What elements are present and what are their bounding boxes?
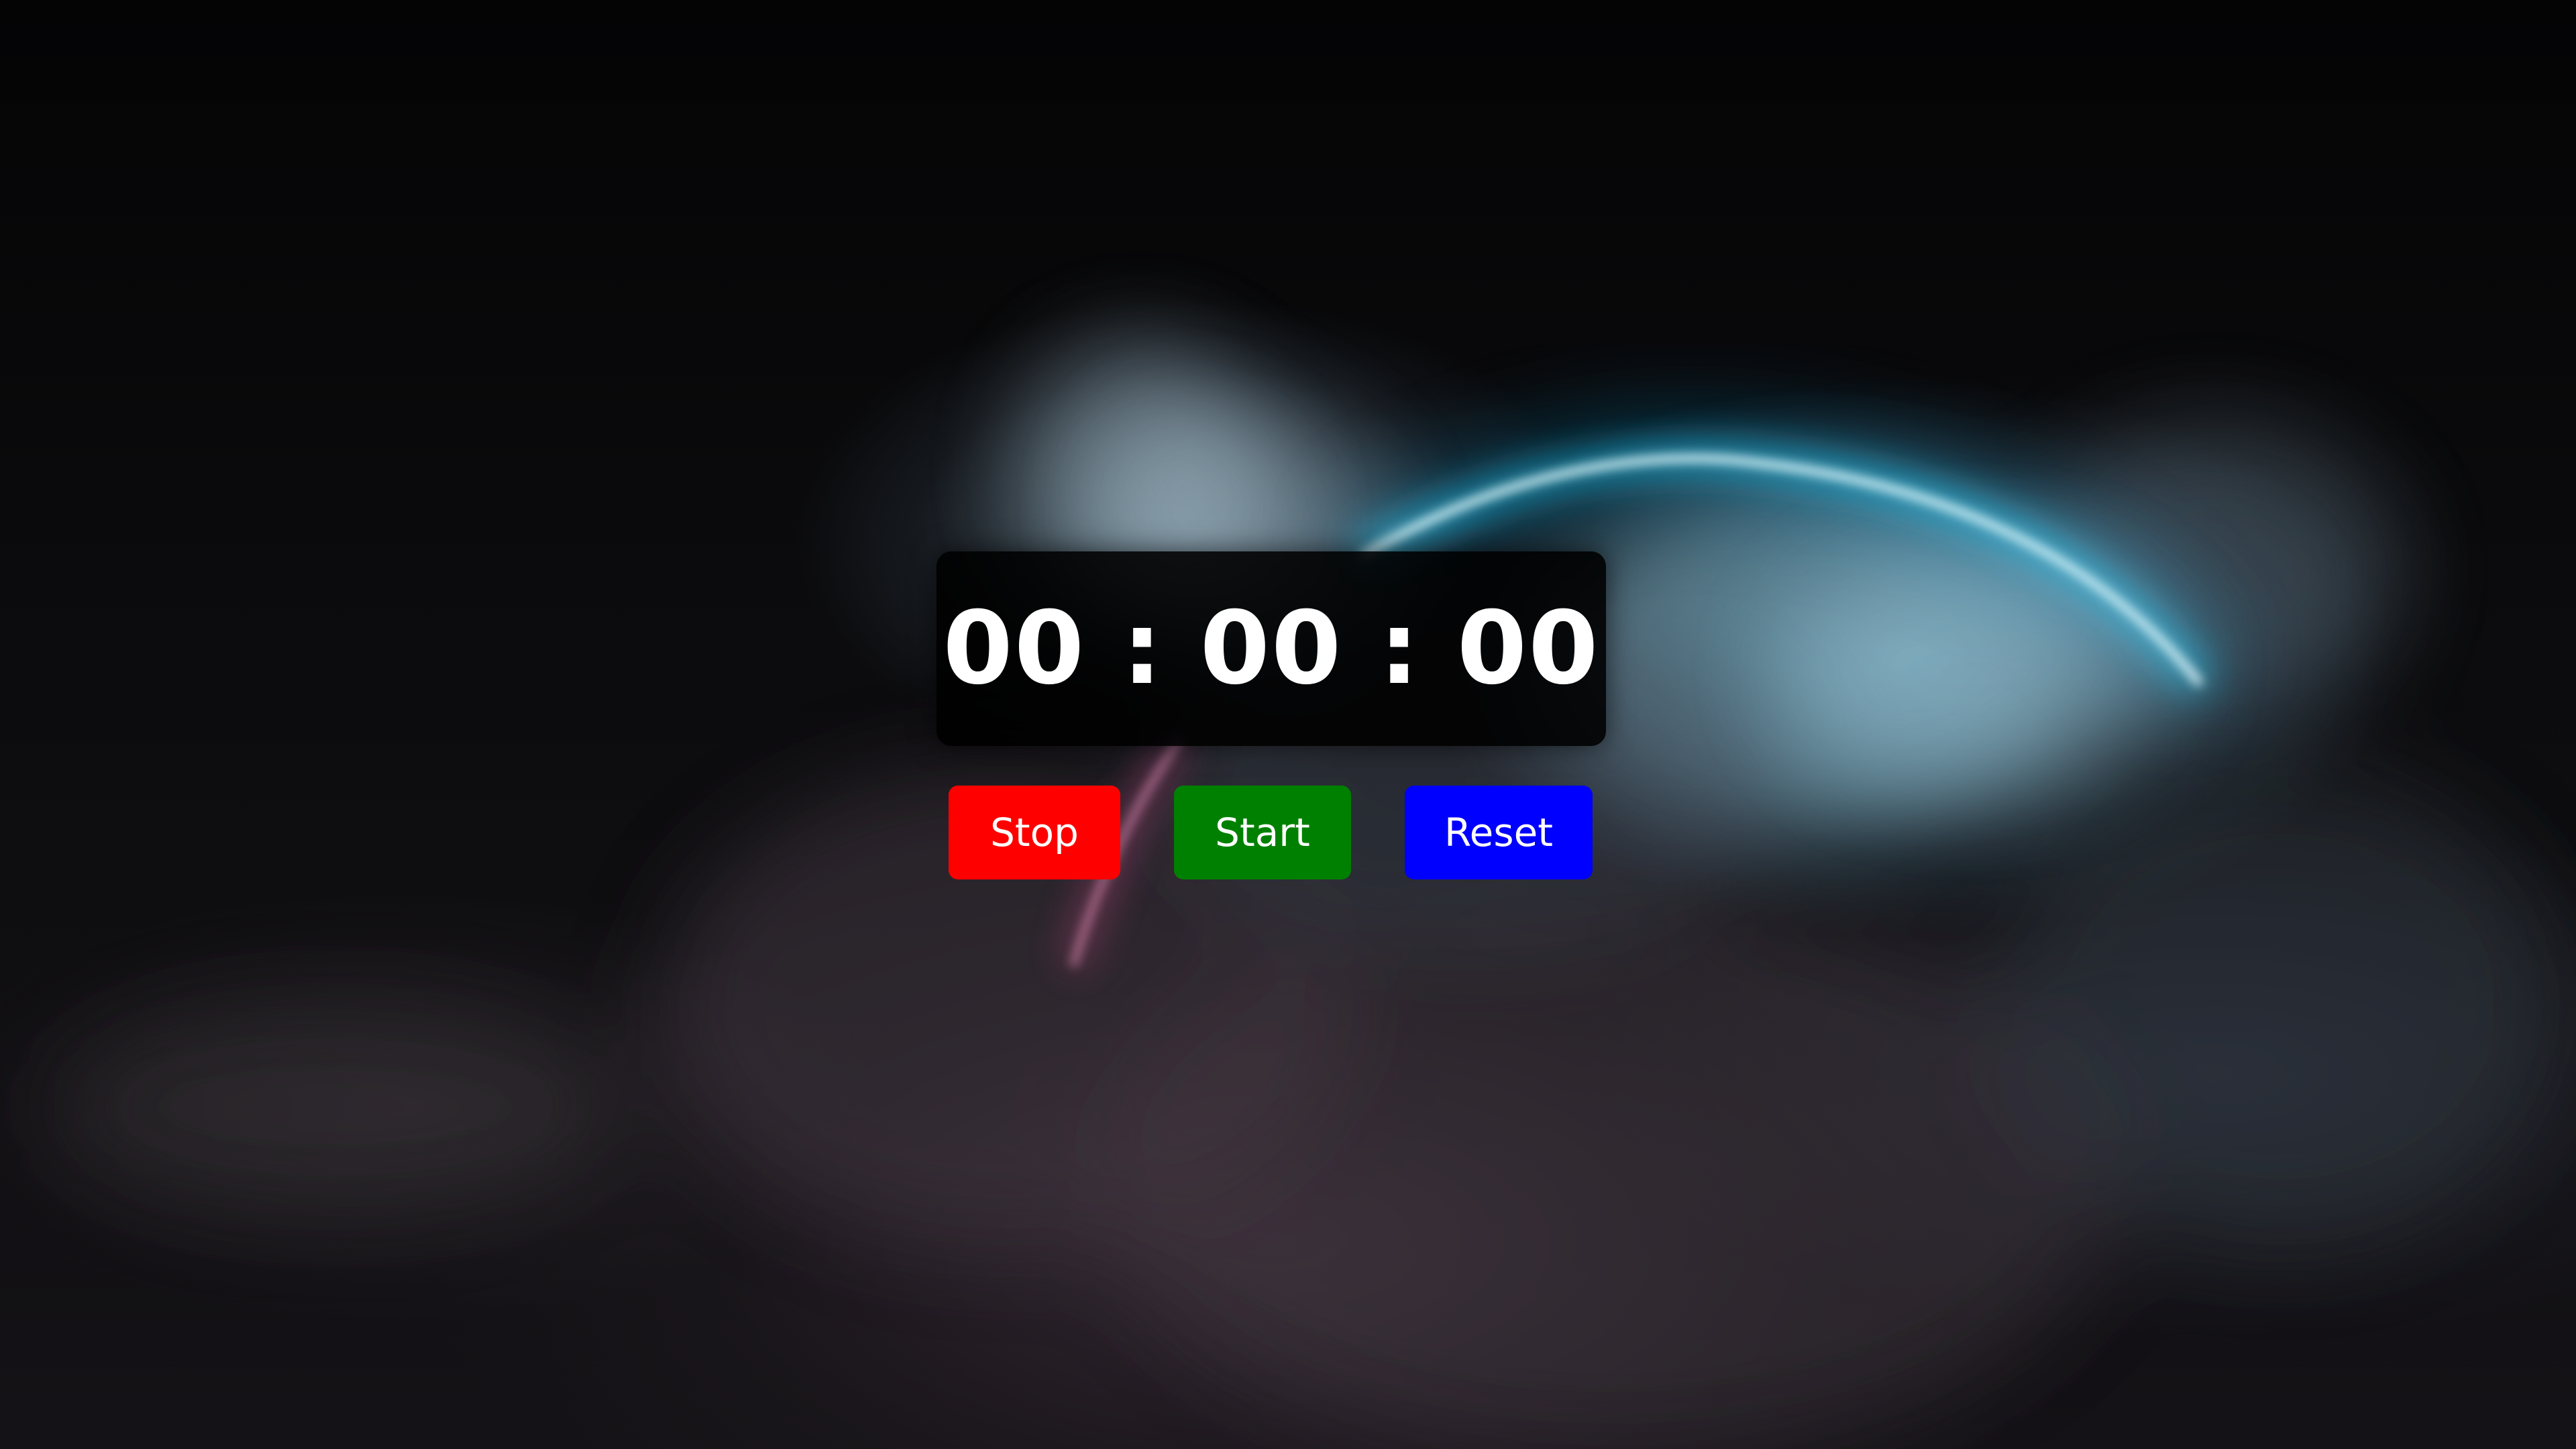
reset-button[interactable]: Reset (1405, 786, 1593, 879)
background-scene: 00 : 00 : 00 Stop Start Reset (0, 0, 2576, 1449)
stop-button[interactable]: Stop (949, 786, 1120, 879)
timer-panel: 00 : 00 : 00 (936, 551, 1606, 746)
start-button[interactable]: Start (1174, 786, 1351, 879)
smoke-cloud (54, 342, 2563, 1449)
timer-display: 00 : 00 : 00 (943, 590, 1600, 707)
